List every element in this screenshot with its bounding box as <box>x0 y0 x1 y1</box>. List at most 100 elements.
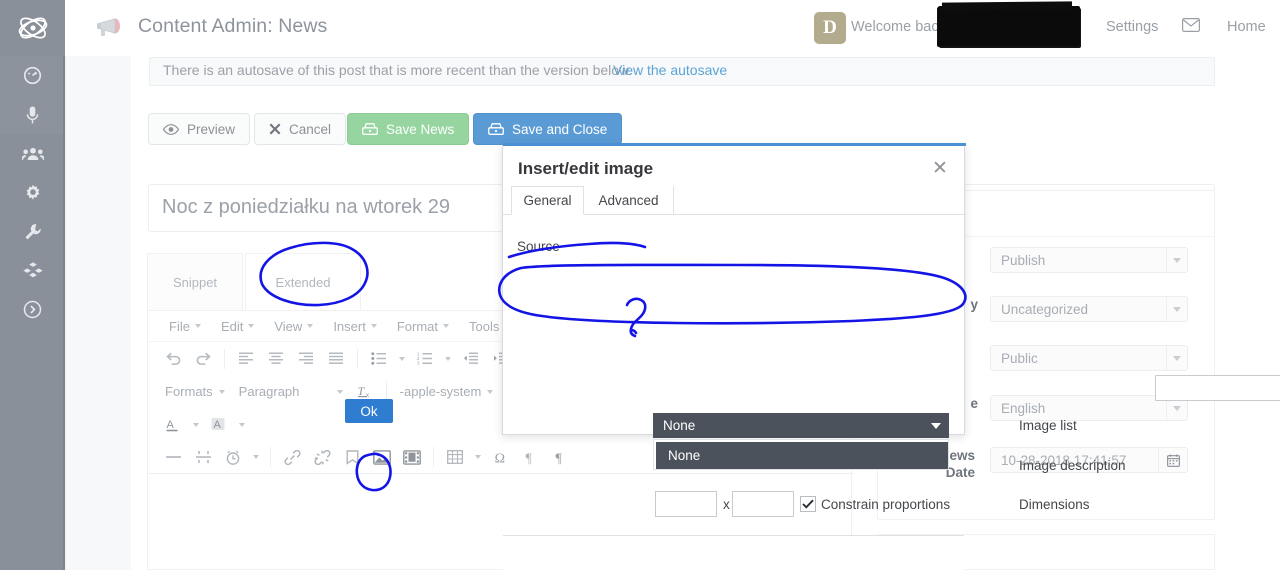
svg-text:3: 3 <box>417 361 420 365</box>
constrain-proportions-label: Constrain proportions <box>821 497 951 512</box>
background-color-icon[interactable]: A <box>204 412 234 438</box>
align-left-icon[interactable] <box>231 346 261 372</box>
numbered-list-icon[interactable]: 123 <box>410 346 440 372</box>
chevron-down-icon[interactable] <box>470 444 486 470</box>
chevron-down-icon[interactable] <box>188 412 204 438</box>
dimensions-separator: x <box>723 497 730 512</box>
dialog-ok-button[interactable]: Ok <box>345 399 393 423</box>
chevron-down-icon[interactable] <box>248 444 264 470</box>
editor-menu-edit[interactable]: Edit <box>212 319 263 334</box>
tab-extended[interactable]: Extended <box>245 253 361 311</box>
align-justify-icon[interactable] <box>321 346 351 372</box>
gutter-divider <box>65 56 66 570</box>
sidebar-item-modules[interactable] <box>0 251 65 290</box>
dimensions-height-input[interactable] <box>732 491 794 517</box>
tab-extended-label: Extended <box>275 275 331 290</box>
menu-label: Edit <box>220 318 244 334</box>
unlink-icon[interactable] <box>307 444 337 470</box>
page-left-gutter <box>65 56 131 570</box>
source-input[interactable] <box>1155 375 1280 401</box>
checkmark-icon <box>802 499 814 509</box>
nav-settings-link[interactable]: Settings <box>1106 19 1158 35</box>
chevron-down-icon[interactable] <box>234 412 250 438</box>
dimensions-label: Dimensions <box>1019 497 1090 512</box>
svg-text:¶: ¶ <box>526 451 533 464</box>
redo-icon[interactable] <box>188 346 218 372</box>
source-label: Source <box>517 239 560 254</box>
close-icon[interactable]: ✕ <box>929 157 951 179</box>
preview-button-label: Preview <box>187 121 236 137</box>
paragraph-dropdown[interactable]: Paragraph <box>232 379 350 405</box>
sidebar-item-settings[interactable] <box>0 173 65 212</box>
sidebar-item-expand[interactable] <box>0 290 65 329</box>
align-center-icon[interactable] <box>261 346 291 372</box>
bullet-list-icon[interactable] <box>364 346 394 372</box>
chevron-down-icon <box>248 324 255 328</box>
toolbar-divider <box>224 348 225 369</box>
tab-advanced[interactable]: Advanced <box>584 186 674 215</box>
font-family-label: -apple-system <box>399 384 482 399</box>
save-and-close-button[interactable]: Save and Close <box>473 113 623 145</box>
category-select[interactable]: Uncategorized <box>990 296 1188 322</box>
special-character-icon[interactable]: Ω <box>486 444 516 470</box>
editor-menu-format[interactable]: Format <box>388 319 458 334</box>
table-icon[interactable] <box>440 444 470 470</box>
horizontal-rule-icon[interactable] <box>158 444 188 470</box>
chevron-down-icon <box>1166 297 1187 321</box>
insert-media-icon[interactable] <box>397 444 427 470</box>
anchor-icon[interactable] <box>337 444 367 470</box>
chevron-down-icon[interactable] <box>440 346 456 372</box>
paragraph-mark-icon[interactable]: ¶ <box>546 444 576 470</box>
page-break-icon[interactable] <box>188 444 218 470</box>
status-select[interactable]: Publish <box>990 247 1188 273</box>
chevron-down-icon <box>487 389 494 394</box>
chevron-down-icon <box>923 422 949 429</box>
font-family-dropdown[interactable]: -apple-system <box>393 379 501 405</box>
editor-menu-file[interactable]: File <box>160 319 210 334</box>
save-icon <box>362 123 378 135</box>
dialog-footer <box>503 535 964 580</box>
avatar[interactable]: D <box>814 12 846 44</box>
post-title-value: Noc z poniedziałku na wtorek 29 <box>162 196 450 218</box>
link-icon[interactable] <box>277 444 307 470</box>
chevron-down-icon <box>218 389 225 394</box>
insert-datetime-icon[interactable] <box>218 444 248 470</box>
eye-icon <box>163 123 179 135</box>
language-select-value: English <box>1001 400 1046 416</box>
envelope-icon[interactable] <box>1182 18 1200 33</box>
tab-general[interactable]: General <box>511 186 584 215</box>
save-news-button[interactable]: Save News <box>347 113 470 145</box>
chevron-down-icon <box>307 324 314 328</box>
preview-button[interactable]: Preview <box>148 113 251 145</box>
image-list-label: Image list <box>1019 418 1077 433</box>
chevron-down-icon[interactable] <box>394 346 410 372</box>
dimensions-width-input[interactable] <box>655 491 717 517</box>
insert-image-icon[interactable] <box>367 444 397 470</box>
show-blocks-icon[interactable]: ¶ <box>516 444 546 470</box>
outdent-icon[interactable] <box>456 346 486 372</box>
undo-icon[interactable] <box>158 346 188 372</box>
editor-menu-insert[interactable]: Insert <box>324 319 386 334</box>
formats-dropdown[interactable]: Formats <box>158 379 232 405</box>
tab-snippet[interactable]: Snippet <box>147 253 243 311</box>
sidebar-item-tools[interactable] <box>0 212 65 251</box>
menu-label: View <box>274 318 303 334</box>
left-sidebar <box>0 56 65 570</box>
atom-logo-icon[interactable] <box>0 0 65 56</box>
image-list-dropdown[interactable]: None <box>653 439 949 470</box>
align-right-icon[interactable] <box>291 346 321 372</box>
sidebar-item-dashboard[interactable] <box>0 56 65 95</box>
editor-menu-view[interactable]: View <box>265 319 322 334</box>
sidebar-item-podcast[interactable] <box>0 95 65 134</box>
image-list-option-none[interactable]: None <box>656 442 948 469</box>
sidebar-item-users[interactable] <box>0 134 65 173</box>
calendar-icon[interactable] <box>1158 448 1187 472</box>
nav-home-link[interactable]: Home <box>1227 19 1266 35</box>
view-autosave-link[interactable]: View the autosave <box>613 62 727 78</box>
text-color-icon[interactable]: A <box>158 412 188 438</box>
visibility-select[interactable]: Public <box>990 345 1188 371</box>
image-list-select[interactable]: None <box>653 413 949 438</box>
cancel-button[interactable]: Cancel <box>254 113 347 145</box>
constrain-proportions-checkbox[interactable] <box>800 496 816 512</box>
megaphone-icon[interactable] <box>96 18 122 40</box>
